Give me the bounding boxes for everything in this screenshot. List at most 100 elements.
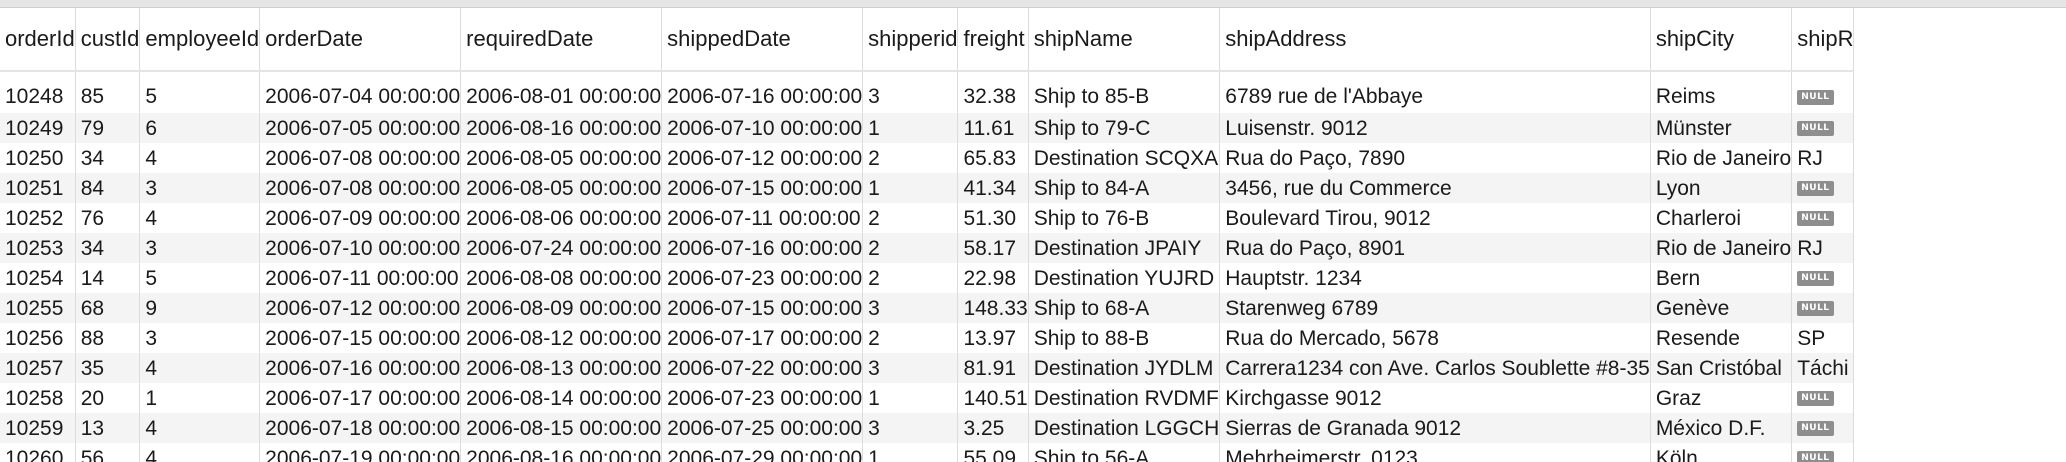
cell-orderid[interactable]: 10250 (0, 143, 76, 173)
cell-shipcity[interactable]: Graz (1650, 383, 1793, 413)
column-header-orderid[interactable]: orderId (0, 8, 76, 72)
cell-shipname[interactable]: Ship to 84-A (1028, 173, 1221, 203)
cell-shipcity[interactable]: Köln (1650, 443, 1793, 462)
cell-custid[interactable]: 20 (75, 383, 141, 413)
cell-shippeddate[interactable]: 2006-07-25 00:00:00 (661, 413, 864, 443)
column-header-shipname[interactable]: shipName (1028, 8, 1221, 72)
column-header-shipcity[interactable]: shipCity (1650, 8, 1793, 72)
cell-shipaddress[interactable]: Boulevard Tirou, 9012 (1219, 203, 1651, 233)
cell-custid[interactable]: 35 (75, 353, 141, 383)
cell-requireddate[interactable]: 2006-08-05 00:00:00 (460, 143, 663, 173)
column-header-shippeddate[interactable]: shippedDate (661, 8, 864, 72)
cell-orderdate[interactable]: 2006-07-16 00:00:00 (259, 353, 462, 383)
cell-requireddate[interactable]: 2006-08-16 00:00:00 (460, 113, 663, 143)
cell-freight[interactable]: 22.98 (957, 263, 1029, 293)
cell-requireddate[interactable]: 2006-08-14 00:00:00 (460, 383, 663, 413)
cell-shipname[interactable]: Destination RVDMF (1028, 383, 1221, 413)
cell-orderid[interactable]: 10253 (0, 233, 76, 263)
cell-employeeid[interactable]: 3 (139, 233, 261, 263)
cell-shipname[interactable]: Ship to 56-A (1028, 443, 1221, 462)
cell-custid[interactable]: 79 (75, 113, 141, 143)
cell-shipperid[interactable]: 2 (862, 143, 959, 173)
cell-employeeid[interactable]: 5 (139, 71, 261, 113)
cell-shipperid[interactable]: 3 (862, 71, 959, 113)
cell-shippeddate[interactable]: 2006-07-10 00:00:00 (661, 113, 864, 143)
cell-shipname[interactable]: Destination JPAIY (1028, 233, 1221, 263)
column-header-custid[interactable]: custId (75, 8, 141, 72)
cell-orderdate[interactable]: 2006-07-10 00:00:00 (259, 233, 462, 263)
cell-shipperid[interactable]: 3 (862, 413, 959, 443)
cell-orderid[interactable]: 10257 (0, 353, 76, 383)
cell-employeeid[interactable]: 3 (139, 173, 261, 203)
cell-shippeddate[interactable]: 2006-07-16 00:00:00 (661, 233, 864, 263)
cell-shipname[interactable]: Ship to 76-B (1028, 203, 1221, 233)
cell-custid[interactable]: 76 (75, 203, 141, 233)
cell-shipcity[interactable]: San Cristóbal (1650, 353, 1793, 383)
cell-shipr[interactable]: RJ (1791, 143, 1855, 173)
cell-shipperid[interactable]: 1 (862, 443, 959, 462)
column-header-employeeid[interactable]: employeeId (139, 8, 261, 72)
cell-shipperid[interactable]: 1 (862, 383, 959, 413)
cell-custid[interactable]: 34 (75, 233, 141, 263)
cell-orderid[interactable]: 10254 (0, 263, 76, 293)
column-header-shipaddress[interactable]: shipAddress (1219, 8, 1651, 72)
cell-employeeid[interactable]: 3 (139, 323, 261, 353)
cell-shippeddate[interactable]: 2006-07-23 00:00:00 (661, 263, 864, 293)
cell-shippeddate[interactable]: 2006-07-16 00:00:00 (661, 71, 864, 113)
cell-shipaddress[interactable]: Luisenstr. 9012 (1219, 113, 1651, 143)
cell-employeeid[interactable]: 5 (139, 263, 261, 293)
cell-employeeid[interactable]: 4 (139, 143, 261, 173)
cell-freight[interactable]: 65.83 (957, 143, 1029, 173)
cell-shipcity[interactable]: México D.F. (1650, 413, 1793, 443)
cell-shipr[interactable]: NULL (1791, 293, 1855, 323)
cell-freight[interactable]: 140.51 (957, 383, 1029, 413)
cell-shipperid[interactable]: 2 (862, 233, 959, 263)
table-row[interactable]: 10250 34 4 2006-07-08 00:00:00 2006-08-05 00… (0, 143, 1855, 173)
cell-shipname[interactable]: Destination JYDLM (1028, 353, 1221, 383)
cell-shipaddress[interactable]: 3456, rue du Commerce (1219, 173, 1651, 203)
cell-shipcity[interactable]: Genève (1650, 293, 1793, 323)
table-row[interactable]: 10253 34 3 2006-07-10 00:00:00 2006-07-24 00… (0, 233, 1855, 263)
cell-shippeddate[interactable]: 2006-07-11 00:00:00 (661, 203, 864, 233)
cell-shipr[interactable]: NULL (1791, 113, 1855, 143)
cell-shipperid[interactable]: 1 (862, 113, 959, 143)
cell-orderdate[interactable]: 2006-07-15 00:00:00 (259, 323, 462, 353)
cell-shipcity[interactable]: Lyon (1650, 173, 1793, 203)
cell-freight[interactable]: 3.25 (957, 413, 1029, 443)
table-row[interactable]: 10249 79 6 2006-07-05 00:00:00 2006-08-16 00… (0, 113, 1855, 143)
cell-shipname[interactable]: Destination YUJRD (1028, 263, 1221, 293)
cell-orderid[interactable]: 10256 (0, 323, 76, 353)
cell-shipname[interactable]: Ship to 85-B (1028, 71, 1221, 113)
cell-shipcity[interactable]: Rio de Janeiro (1650, 233, 1793, 263)
cell-requireddate[interactable]: 2006-08-09 00:00:00 (460, 293, 663, 323)
cell-shippeddate[interactable]: 2006-07-12 00:00:00 (661, 143, 864, 173)
cell-employeeid[interactable]: 6 (139, 113, 261, 143)
cell-orderdate[interactable]: 2006-07-12 00:00:00 (259, 293, 462, 323)
cell-requireddate[interactable]: 2006-08-05 00:00:00 (460, 173, 663, 203)
column-header-freight[interactable]: freight (957, 8, 1029, 72)
table-row[interactable]: 10256 88 3 2006-07-15 00:00:00 2006-08-12 00… (0, 323, 1855, 353)
cell-orderdate[interactable]: 2006-07-04 00:00:00 (259, 71, 462, 113)
cell-requireddate[interactable]: 2006-08-12 00:00:00 (460, 323, 663, 353)
cell-shipaddress[interactable]: 6789 rue de l'Abbaye (1219, 71, 1651, 113)
cell-requireddate[interactable]: 2006-08-08 00:00:00 (460, 263, 663, 293)
cell-orderdate[interactable]: 2006-07-08 00:00:00 (259, 143, 462, 173)
column-header-orderdate[interactable]: orderDate (259, 8, 462, 72)
table-row[interactable]: 10259 13 4 2006-07-18 00:00:00 2006-08-15 00… (0, 413, 1855, 443)
cell-orderdate[interactable]: 2006-07-17 00:00:00 (259, 383, 462, 413)
cell-custid[interactable]: 56 (75, 443, 141, 462)
cell-shipcity[interactable]: Münster (1650, 113, 1793, 143)
cell-shipaddress[interactable]: Hauptstr. 1234 (1219, 263, 1651, 293)
cell-shipaddress[interactable]: Carrera1234 con Ave. Carlos Soublette #8… (1219, 353, 1651, 383)
cell-shipperid[interactable]: 2 (862, 203, 959, 233)
cell-custid[interactable]: 84 (75, 173, 141, 203)
cell-shipcity[interactable]: Bern (1650, 263, 1793, 293)
cell-shipaddress[interactable]: Starenweg 6789 (1219, 293, 1651, 323)
cell-freight[interactable]: 51.30 (957, 203, 1029, 233)
table-row[interactable]: 10258 20 1 2006-07-17 00:00:00 2006-08-14 00… (0, 383, 1855, 413)
cell-shipcity[interactable]: Charleroi (1650, 203, 1793, 233)
table-row[interactable]: 10254 14 5 2006-07-11 00:00:00 2006-08-08 00… (0, 263, 1855, 293)
cell-orderid[interactable]: 10249 (0, 113, 76, 143)
cell-orderid[interactable]: 10259 (0, 413, 76, 443)
cell-orderid[interactable]: 10255 (0, 293, 76, 323)
